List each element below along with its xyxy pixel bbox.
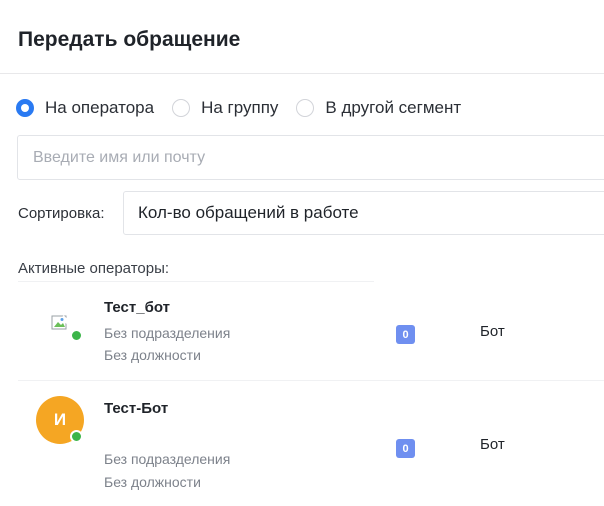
transfer-type-radio-group: На оператора На группу В другой сегмент bbox=[16, 96, 479, 120]
operator-position: Без должности bbox=[104, 347, 201, 363]
active-operators-label: Активные операторы: bbox=[18, 260, 170, 277]
radio-label: В другой сегмент bbox=[325, 98, 462, 117]
radio-to-segment[interactable]: В другой сегмент bbox=[296, 96, 461, 120]
operator-department: Без подразделения bbox=[104, 451, 231, 467]
operator-role: Бот bbox=[480, 323, 505, 340]
radio-checked-icon[interactable] bbox=[16, 99, 34, 117]
tickets-count-badge: 0 bbox=[396, 439, 415, 458]
operator-role: Бот bbox=[480, 436, 505, 453]
sort-selected-value: Кол-во обращений в работе bbox=[138, 203, 359, 222]
online-status-icon bbox=[70, 329, 83, 342]
radio-label: На оператора bbox=[45, 98, 155, 117]
broken-image-icon bbox=[51, 313, 71, 333]
operator-name: Тест-Бот bbox=[104, 400, 169, 417]
search-input[interactable] bbox=[17, 135, 604, 180]
operator-row[interactable]: Тест_бот Без подразделения Без должности… bbox=[0, 282, 604, 380]
radio-unchecked-icon[interactable] bbox=[296, 99, 315, 117]
dialog-header: Передать обращение bbox=[0, 0, 604, 74]
operator-department: Без подразделения bbox=[104, 325, 231, 341]
transfer-dialog: Передать обращение На оператора На групп… bbox=[0, 0, 604, 506]
dialog-title: Передать обращение bbox=[18, 28, 241, 51]
operator-position: Без должности bbox=[104, 474, 201, 490]
operator-row[interactable]: И Тест-Бот Без подразделения Без должнос… bbox=[0, 381, 604, 506]
sort-select[interactable]: Кол-во обращений в работе bbox=[123, 191, 604, 235]
operator-name: Тест_бот bbox=[104, 299, 170, 316]
tickets-count-badge: 0 bbox=[396, 325, 415, 344]
radio-to-group[interactable]: На группу bbox=[172, 96, 278, 120]
radio-to-operator[interactable]: На оператора bbox=[16, 96, 154, 120]
radio-unchecked-icon[interactable] bbox=[172, 99, 191, 117]
radio-label: На группу bbox=[201, 98, 279, 117]
sort-label: Сортировка: bbox=[18, 205, 105, 222]
online-status-icon bbox=[70, 430, 83, 443]
